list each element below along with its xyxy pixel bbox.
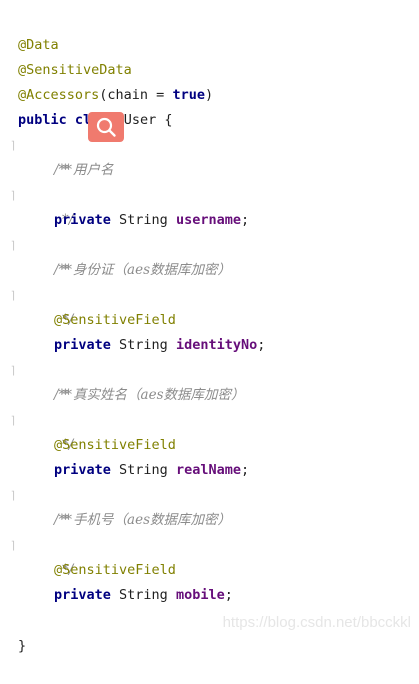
annotation-sensitive-field: @SensitiveField [54, 437, 176, 453]
type-string: String [110, 462, 176, 478]
code-line: ⌉ */ [0, 508, 73, 578]
keyword-private: private [54, 587, 111, 603]
annotation-sensitive-field: @SensitiveField [54, 312, 176, 328]
code-editor[interactable]: @Data @SensitiveData @Accessors(chain = … [0, 0, 419, 654]
type-string: String [110, 587, 176, 603]
field-realname-decl: private String realName; [54, 458, 249, 483]
code-line: @SensitiveField [0, 533, 176, 578]
keyword-private: private [54, 462, 111, 478]
code-line: @Accessors(chain = true) [0, 58, 213, 103]
code-line: * 手机号（aes数据库加密） [0, 483, 231, 528]
code-line: public class User { [0, 83, 172, 128]
code-line: private String username; [0, 183, 249, 228]
code-line: @SensitiveData [0, 33, 132, 78]
semicolon: ; [240, 462, 250, 478]
accessors-close: ) [204, 87, 214, 103]
field-username: username [175, 212, 241, 228]
keyword-private: private [54, 337, 111, 353]
code-line: @Data [0, 8, 59, 53]
code-line: ⌉ */ [0, 158, 73, 228]
code-line: ⌉ /** [0, 333, 72, 403]
comment-realname: * 真实姓名（aes数据库加密） [62, 387, 245, 403]
accessors-line: @Accessors(chain = true) [18, 83, 213, 108]
code-line: * 身份证（aes数据库加密） [0, 233, 231, 278]
annotation-sensitive-field: @SensitiveField [54, 562, 176, 578]
search-icon [96, 117, 116, 137]
code-line: ⌉ /** [0, 458, 72, 528]
code-line: private String mobile; [0, 558, 233, 603]
code-line: ⌉ */ [0, 383, 73, 453]
keyword-true: true [172, 87, 205, 103]
code-line: * 用户名 [0, 133, 114, 178]
field-real-name: realName [175, 462, 241, 478]
code-line: @SensitiveField [0, 283, 176, 328]
semicolon: ; [224, 587, 233, 603]
comment-identity: * 身份证（aes数据库加密） [62, 262, 232, 278]
field-identity-no: identityNo [175, 337, 258, 353]
keyword-private: private [54, 212, 111, 228]
watermark: https://blog.csdn.net/bbcckkl [222, 614, 411, 631]
closing-brace: } [18, 638, 27, 654]
semicolon: ; [240, 212, 250, 228]
field-identity-decl: private String identityNo; [54, 333, 265, 358]
type-string: String [110, 212, 176, 228]
class-name: User { [115, 112, 173, 128]
semicolon: ; [257, 337, 266, 353]
search-button[interactable] [88, 112, 124, 142]
field-username-decl: private String username; [54, 208, 249, 233]
code-line: ⌉ */ [0, 258, 73, 328]
annotation-sensitive-data: @SensitiveData [18, 62, 132, 78]
code-line: private String identityNo; [0, 308, 265, 353]
field-mobile-decl: private String mobile; [54, 583, 233, 608]
code-line: } [0, 609, 33, 654]
accessors-args: (chain = [99, 87, 173, 103]
code-line: ⌉ /** [0, 108, 72, 178]
type-string: String [110, 337, 176, 353]
code-line: ⌉ /** [0, 208, 72, 278]
code-line: @SensitiveField [0, 408, 176, 453]
code-line: * 真实姓名（aes数据库加密） [0, 358, 245, 403]
field-mobile: mobile [175, 587, 225, 603]
comment-mobile: * 手机号（aes数据库加密） [62, 512, 232, 528]
comment-username: * 用户名 [62, 162, 114, 178]
code-line: private String realName; [0, 433, 249, 478]
